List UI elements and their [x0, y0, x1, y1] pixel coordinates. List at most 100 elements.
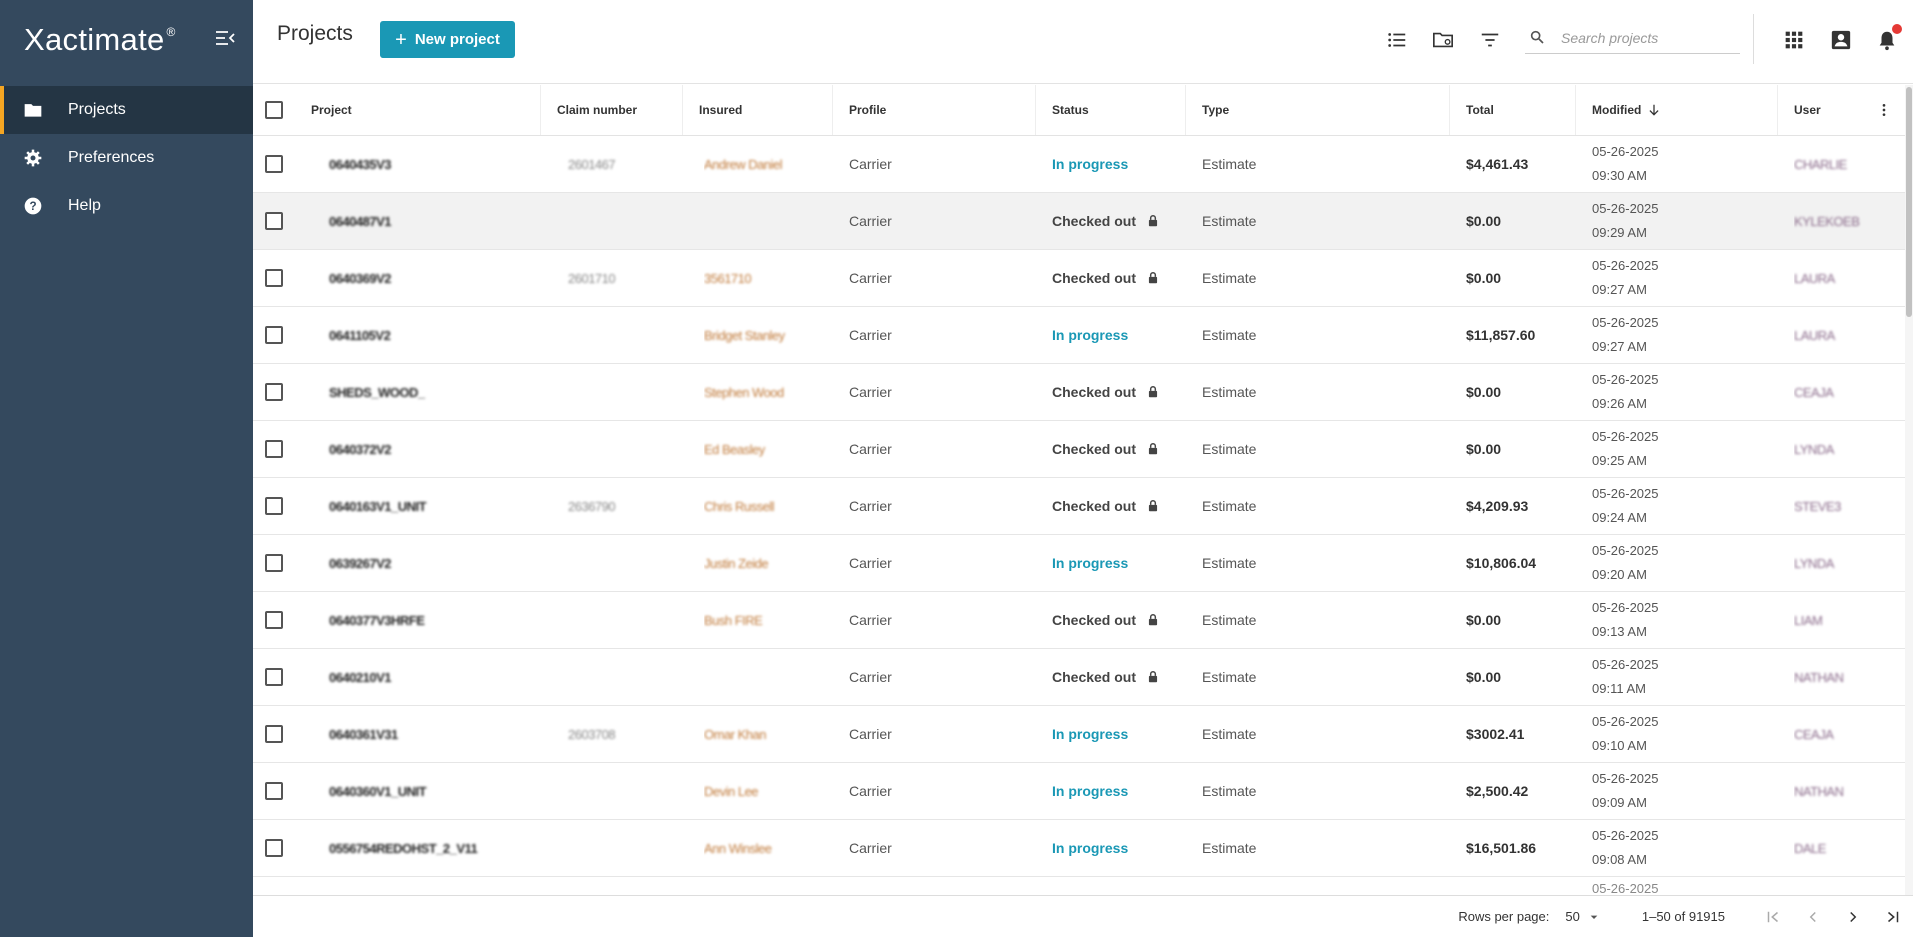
table-row[interactable]: 0641105V2 Bridget Stanley Carrier In progre… [253, 307, 1913, 364]
modified-cell: 05-26-2025 09:13 AM [1592, 600, 1659, 639]
header-project[interactable]: Project [253, 85, 541, 135]
type-cell: Estimate [1202, 726, 1257, 742]
row-checkbox[interactable] [265, 269, 283, 287]
new-project-button[interactable]: + New project [380, 21, 515, 58]
table-row[interactable]: 0640360V1_UNIT Devin Lee Carrier In progres… [253, 763, 1913, 820]
project-cell[interactable]: 0640435V3 [329, 136, 539, 192]
search-input[interactable] [1561, 29, 1731, 46]
insured-cell: Ed Beasley [704, 441, 765, 457]
status-cell: In progress [1052, 840, 1129, 856]
claim-cell [568, 364, 678, 420]
header-type[interactable]: Type [1186, 85, 1450, 135]
modified-cell: 05-26-2025 09:20 AM [1592, 543, 1659, 582]
header-claim[interactable]: Claim number [541, 85, 683, 135]
table-row[interactable]: 0640435V3 2601467 Andrew Daniel Carrier In p… [253, 136, 1913, 193]
row-select-cell [265, 136, 295, 192]
column-menu-icon[interactable] [1874, 100, 1894, 120]
header-insured[interactable]: Insured [683, 85, 833, 135]
insured-cell: Bridget Stanley [704, 327, 785, 343]
lock-icon [1146, 385, 1160, 399]
project-cell[interactable]: 0641105V2 [329, 307, 539, 363]
type-cell: Estimate [1202, 612, 1257, 628]
search-box [1525, 22, 1740, 54]
sidebar-item-help[interactable]: ? Help [0, 182, 253, 230]
scrollbar-thumb[interactable] [1906, 87, 1912, 317]
first-page-icon[interactable] [1761, 905, 1785, 929]
project-cell[interactable]: 0640210V1 [329, 649, 539, 705]
page-title: Projects [277, 22, 353, 45]
notifications-bell-icon[interactable] [1875, 24, 1902, 52]
folder-settings-icon[interactable] [1431, 28, 1455, 52]
row-select-cell [265, 250, 295, 306]
project-cell[interactable]: 0640360V1_UNIT [329, 763, 539, 819]
list-view-icon[interactable] [1385, 28, 1409, 52]
profile-cell: Carrier [849, 270, 892, 286]
row-checkbox[interactable] [265, 611, 283, 629]
project-cell[interactable]: 0639267V2 [329, 535, 539, 591]
project-cell[interactable]: 0640487V1 [329, 193, 539, 249]
next-page-icon[interactable] [1841, 905, 1865, 929]
table-row[interactable]: 0640487V1 Carrier Checked out Estimate $0.00… [253, 193, 1913, 250]
status-cell: In progress [1052, 156, 1129, 172]
claim-cell: 2603708 [568, 726, 616, 742]
user-cell: LAURA [1794, 270, 1835, 286]
lock-icon [1146, 271, 1160, 285]
row-select-cell [265, 478, 295, 534]
row-checkbox[interactable] [265, 326, 283, 344]
row-checkbox[interactable] [265, 839, 283, 857]
table-row[interactable]: 0640377V3HRFE Bush FIRE Carrier Checked out… [253, 592, 1913, 649]
last-page-icon[interactable] [1881, 905, 1905, 929]
row-checkbox[interactable] [265, 212, 283, 230]
pagination-range: 1–50 of 91915 [1641, 909, 1725, 924]
row-checkbox[interactable] [265, 155, 283, 173]
claim-cell [568, 535, 678, 591]
status-cell: Checked out [1052, 649, 1182, 705]
header-status[interactable]: Status [1036, 85, 1186, 135]
account-icon[interactable] [1829, 28, 1853, 52]
previous-page-icon[interactable] [1801, 905, 1825, 929]
row-checkbox[interactable] [265, 383, 283, 401]
insured-cell: 3561710 [704, 270, 752, 286]
project-cell[interactable]: 0640377V3HRFE [329, 592, 539, 648]
modified-cell: 05-26-2025 09:29 AM [1592, 201, 1659, 240]
profile-cell: Carrier [849, 384, 892, 400]
table-row[interactable]: 0640372V2 Ed Beasley Carrier Checked out Est… [253, 421, 1913, 478]
total-cell: $10,806.04 [1466, 555, 1537, 571]
table-row[interactable]: 0640369V2 2601710 3561710 Carrier Checked ou… [253, 250, 1913, 307]
table-row[interactable]: 0556754REDOHST_2_V11 Ann Winslee Carrier In… [253, 820, 1913, 877]
row-checkbox[interactable] [265, 725, 283, 743]
sidebar-item-projects[interactable]: Projects [0, 86, 253, 134]
project-cell[interactable]: SHEDS_WOOD_ [329, 364, 539, 420]
row-checkbox[interactable] [265, 497, 283, 515]
sidebar-item-label: Preferences [68, 149, 155, 166]
collapse-sidebar-icon[interactable] [213, 26, 237, 50]
rows-per-page-select[interactable]: 50 [1565, 909, 1601, 925]
header-modified[interactable]: Modified [1576, 85, 1778, 135]
apps-grid-icon[interactable] [1782, 28, 1806, 52]
project-cell[interactable]: 0640372V2 [329, 421, 539, 477]
lock-icon [1146, 214, 1160, 228]
row-checkbox[interactable] [265, 782, 283, 800]
sidebar-item-preferences[interactable]: Preferences [0, 134, 253, 182]
table-row[interactable]: SHEDS_WOOD_ Stephen Wood Carrier Checked ou… [253, 364, 1913, 421]
table-row[interactable]: 0640210V1 Carrier Checked out Estimate $0.00… [253, 649, 1913, 706]
vertical-scrollbar[interactable] [1905, 85, 1913, 895]
header-total[interactable]: Total [1450, 85, 1576, 135]
type-cell: Estimate [1202, 384, 1257, 400]
row-checkbox[interactable] [265, 554, 283, 572]
table-row[interactable]: 0640163V1_UNIT 2636790 Chris Russell Carrie… [253, 478, 1913, 535]
project-cell[interactable]: 0640369V2 [329, 250, 539, 306]
type-cell: Estimate [1202, 156, 1257, 172]
project-cell[interactable]: 0556754REDOHST_2_V11 [329, 820, 539, 876]
project-cell[interactable]: 0640163V1_UNIT [329, 478, 539, 534]
row-checkbox[interactable] [265, 440, 283, 458]
row-select-cell [265, 763, 295, 819]
profile-cell: Carrier [849, 612, 892, 628]
filter-icon[interactable] [1478, 28, 1502, 52]
table-row[interactable]: 0639267V2 Justin Zeide Carrier In progress E… [253, 535, 1913, 592]
header-profile[interactable]: Profile [833, 85, 1036, 135]
row-checkbox[interactable] [265, 668, 283, 686]
project-cell[interactable]: 0640361V31 [329, 706, 539, 762]
svg-text:?: ? [29, 200, 36, 213]
table-row[interactable]: 0640361V31 2603708 Omar Khan Carrier In prog… [253, 706, 1913, 763]
